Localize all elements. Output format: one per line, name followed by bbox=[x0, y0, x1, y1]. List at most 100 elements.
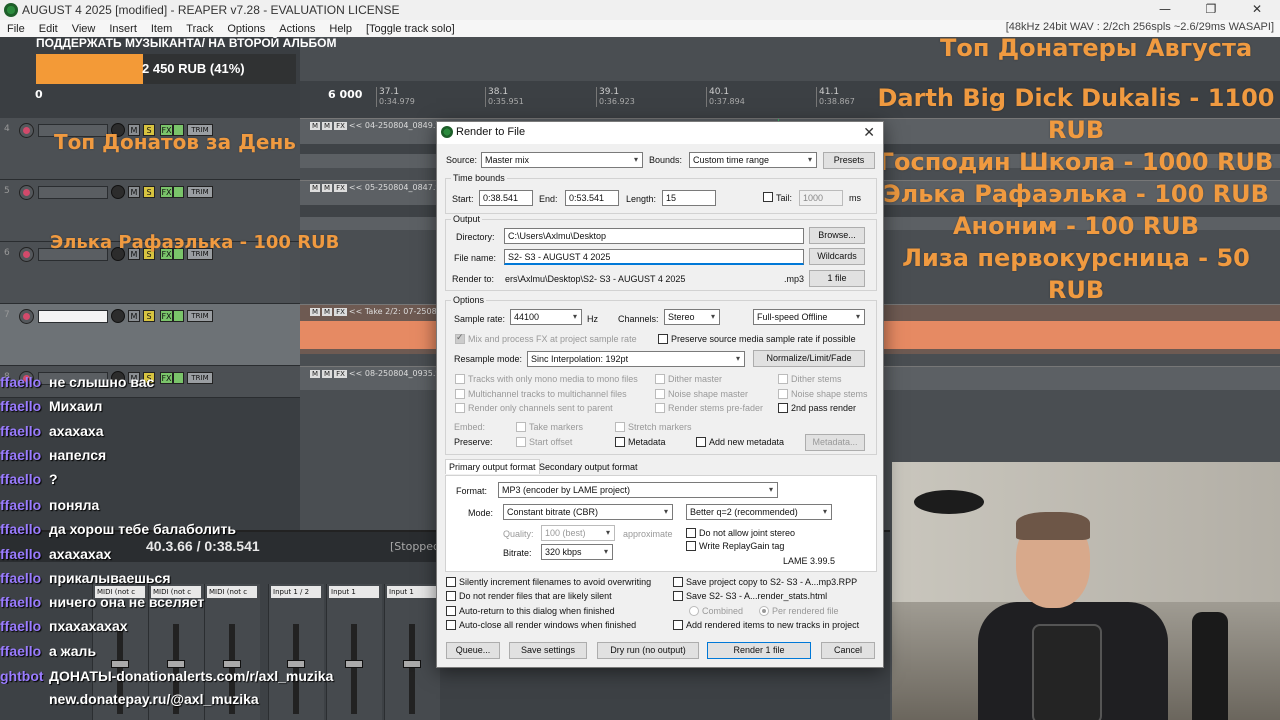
browse-button[interactable]: Browse... bbox=[809, 227, 865, 244]
stretch-markers-checkbox[interactable] bbox=[615, 422, 625, 432]
close-window-button[interactable]: ✕ bbox=[1234, 0, 1280, 20]
solo-button[interactable]: S bbox=[143, 310, 155, 322]
input-label[interactable]: Input 1 bbox=[387, 586, 437, 598]
preserve-rate-checkbox[interactable] bbox=[658, 334, 668, 344]
render-speed-select[interactable]: Full-speed Offline ▾ bbox=[753, 309, 865, 325]
fader-cap[interactable] bbox=[287, 660, 305, 668]
metadata-button[interactable]: Metadata... bbox=[805, 434, 865, 451]
per-file-radio[interactable] bbox=[759, 606, 769, 616]
menu-last-action[interactable]: [Toggle track solo] bbox=[359, 23, 462, 35]
track-row-selected[interactable]: 7 M S FX TRIM bbox=[0, 304, 300, 366]
track-name-field[interactable] bbox=[38, 310, 108, 323]
bitrate-select[interactable]: 320 kbps ▾ bbox=[541, 544, 613, 560]
menu-edit[interactable]: Edit bbox=[32, 23, 65, 35]
length-field[interactable]: 15 bbox=[662, 190, 716, 206]
no-silent-checkbox[interactable] bbox=[446, 591, 456, 601]
bounds-select[interactable]: Custom time range ▾ bbox=[689, 152, 817, 168]
file-count-button[interactable]: 1 file bbox=[809, 270, 865, 287]
fader-cap[interactable] bbox=[167, 660, 185, 668]
dither-stems-checkbox[interactable] bbox=[778, 374, 788, 384]
mono-checkbox[interactable] bbox=[455, 374, 465, 384]
wildcards-button[interactable]: Wildcards bbox=[809, 248, 865, 265]
add-metadata-checkbox[interactable] bbox=[696, 437, 706, 447]
mixer-strip[interactable]: Input 1 bbox=[326, 584, 382, 720]
save-stats-checkbox[interactable] bbox=[673, 591, 683, 601]
combined-radio[interactable] bbox=[689, 606, 699, 616]
menu-view[interactable]: View bbox=[65, 23, 103, 35]
silent-increment-checkbox[interactable] bbox=[446, 577, 456, 587]
record-arm-button[interactable] bbox=[19, 185, 34, 200]
solo-button[interactable]: S bbox=[143, 186, 155, 198]
source-select[interactable]: Master mix ▾ bbox=[481, 152, 643, 168]
dither-master-checkbox[interactable] bbox=[655, 374, 665, 384]
volume-knob[interactable] bbox=[111, 185, 125, 199]
second-pass-checkbox[interactable] bbox=[778, 403, 788, 413]
save-copy-checkbox[interactable] bbox=[673, 577, 683, 587]
fader-track[interactable] bbox=[409, 624, 415, 714]
take-markers-checkbox[interactable] bbox=[516, 422, 526, 432]
directory-field[interactable]: C:\Users\Axlmu\Desktop bbox=[504, 228, 804, 244]
io-button[interactable] bbox=[173, 372, 184, 384]
input-label[interactable]: MIDI (not c bbox=[207, 586, 257, 598]
trim-button[interactable]: TRIM bbox=[187, 372, 213, 384]
resample-select[interactable]: Sinc Interpolation: 192pt ▾ bbox=[527, 351, 745, 367]
dry-run-button[interactable]: Dry run (no output) bbox=[597, 642, 699, 659]
start-field[interactable]: 0:38.541 bbox=[479, 190, 533, 206]
mode-select[interactable]: Constant bitrate (CBR) ▾ bbox=[503, 504, 673, 520]
auto-close-checkbox[interactable] bbox=[446, 620, 456, 630]
mute-button[interactable]: M bbox=[128, 186, 140, 198]
input-label[interactable]: Input 1 / 2 bbox=[271, 586, 321, 598]
trim-button[interactable]: TRIM bbox=[187, 186, 213, 198]
channels-select[interactable]: Stereo ▾ bbox=[664, 309, 720, 325]
fx-button[interactable]: FX bbox=[160, 186, 173, 198]
queue-button[interactable]: Queue... bbox=[446, 642, 500, 659]
mute-button[interactable]: M bbox=[128, 310, 140, 322]
fader-cap[interactable] bbox=[403, 660, 421, 668]
menu-insert[interactable]: Insert bbox=[102, 23, 144, 35]
track-name-field[interactable] bbox=[38, 186, 108, 199]
cancel-button[interactable]: Cancel bbox=[821, 642, 875, 659]
end-field[interactable]: 0:53.541 bbox=[565, 190, 619, 206]
tab-primary-format[interactable]: Primary output format bbox=[445, 459, 540, 474]
menu-file[interactable]: File bbox=[0, 23, 32, 35]
fader-cap[interactable] bbox=[223, 660, 241, 668]
input-label[interactable]: Input 1 bbox=[329, 586, 379, 598]
tab-secondary-format[interactable]: Secondary output format bbox=[539, 462, 638, 472]
dialog-close-button[interactable]: ✕ bbox=[863, 124, 875, 141]
record-arm-button[interactable] bbox=[19, 247, 34, 262]
normalize-button[interactable]: Normalize/Limit/Fade bbox=[753, 350, 865, 367]
format-select[interactable]: MP3 (encoder by LAME project) ▾ bbox=[498, 482, 778, 498]
replaygain-checkbox[interactable] bbox=[686, 541, 696, 551]
noise-master-checkbox[interactable] bbox=[655, 389, 665, 399]
fader-track[interactable] bbox=[351, 624, 357, 714]
encoding-quality-select[interactable]: Better q=2 (recommended) ▾ bbox=[686, 504, 832, 520]
noise-stems-checkbox[interactable] bbox=[778, 389, 788, 399]
presets-button[interactable]: Presets bbox=[823, 152, 875, 169]
sent-only-checkbox[interactable] bbox=[455, 403, 465, 413]
menu-help[interactable]: Help bbox=[322, 23, 359, 35]
fader-cap[interactable] bbox=[111, 660, 129, 668]
fx-button[interactable]: FX bbox=[160, 372, 173, 384]
start-offset-checkbox[interactable] bbox=[516, 437, 526, 447]
mixer-strip[interactable]: Input 1 bbox=[384, 584, 440, 720]
menu-track[interactable]: Track bbox=[179, 23, 220, 35]
samplerate-select[interactable]: 44100 ▾ bbox=[510, 309, 582, 325]
menu-item[interactable]: Item bbox=[144, 23, 179, 35]
io-button[interactable] bbox=[173, 310, 184, 322]
filename-field[interactable]: S2- S3 - AUGUST 4 2025 bbox=[504, 249, 804, 265]
record-arm-button[interactable] bbox=[19, 123, 34, 138]
menu-options[interactable]: Options bbox=[220, 23, 272, 35]
maximize-button[interactable]: ❐ bbox=[1188, 0, 1234, 20]
multichannel-checkbox[interactable] bbox=[455, 389, 465, 399]
volume-knob[interactable] bbox=[111, 309, 125, 323]
render-button[interactable]: Render 1 file bbox=[707, 642, 811, 659]
minimize-button[interactable]: — bbox=[1142, 0, 1188, 20]
joint-stereo-checkbox[interactable] bbox=[686, 528, 696, 538]
tail-field[interactable]: 1000 bbox=[799, 190, 843, 206]
tail-checkbox[interactable] bbox=[763, 192, 773, 202]
mixer-strip[interactable]: Input 1 / 2 bbox=[268, 584, 324, 720]
metadata-checkbox[interactable] bbox=[615, 437, 625, 447]
prefader-checkbox[interactable] bbox=[655, 403, 665, 413]
save-settings-button[interactable]: Save settings bbox=[509, 642, 587, 659]
quality-select[interactable]: 100 (best) ▾ bbox=[541, 525, 615, 541]
